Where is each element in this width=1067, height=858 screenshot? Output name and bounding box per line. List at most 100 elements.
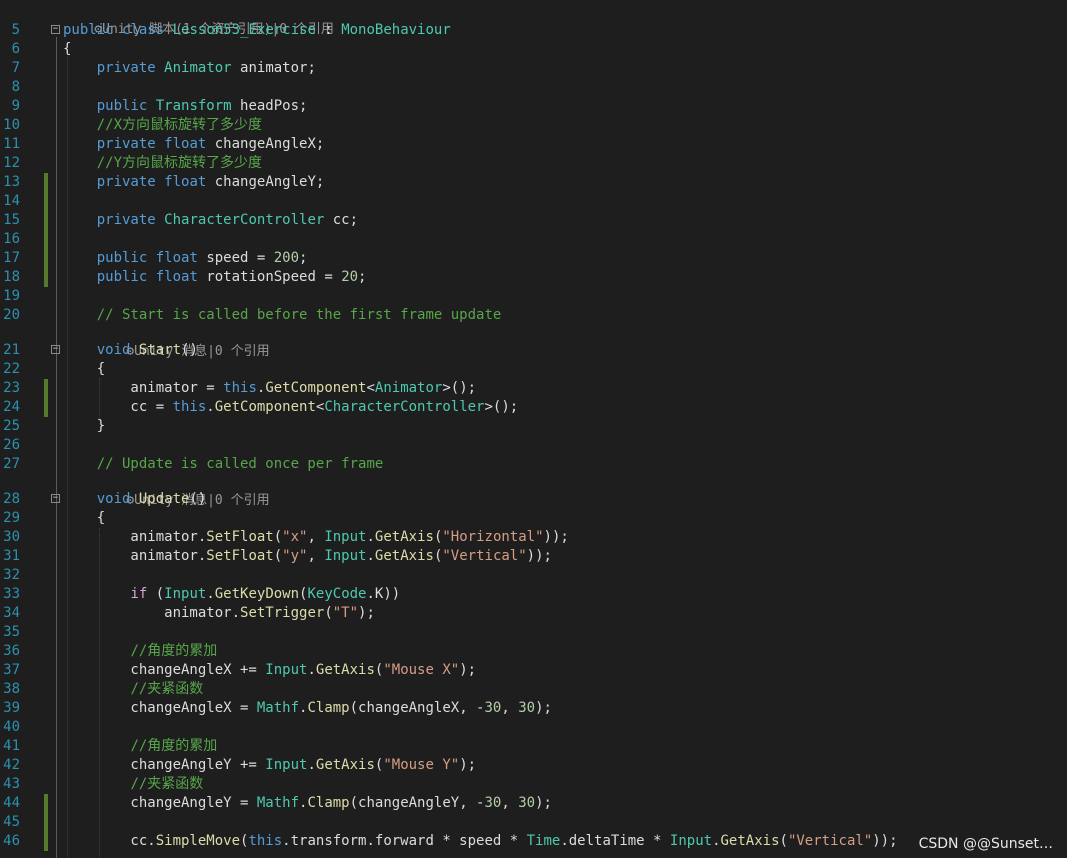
line-number: 20 <box>3 307 20 323</box>
code-token: Input <box>265 757 308 773</box>
code-line[interactable]: 6{ <box>0 40 1067 59</box>
line-number: 36 <box>3 643 20 659</box>
code-line[interactable]: 14 <box>0 192 1067 211</box>
code-token: , <box>501 795 519 811</box>
code-token: ); <box>459 662 477 678</box>
code-line[interactable]: 17 public float speed = 200; <box>0 249 1067 268</box>
code-token: float <box>155 250 198 266</box>
code-line[interactable]: 25 } <box>0 417 1067 436</box>
code-line[interactable]: 18 public float rotationSpeed = 20; <box>0 268 1067 287</box>
code-line[interactable]: 33 if (Input.GetKeyDown(KeyCode.K)) <box>0 585 1067 604</box>
code-text[interactable]: } <box>63 417 105 436</box>
code-line[interactable]: 46 cc.SimpleMove (this.transform.forward … <box>0 832 1067 851</box>
code-text[interactable]: private Animator animator; <box>63 59 316 78</box>
line-number: 35 <box>3 624 20 640</box>
code-line[interactable]: 43 //夹紧函数 <box>0 775 1067 794</box>
collapse-icon[interactable]: − <box>51 25 60 34</box>
code-line[interactable]: 24 cc = this.GetComponent<CharacterContr… <box>0 398 1067 417</box>
code-line[interactable]: 39 changeAngleX = Mathf.Clamp(changeAngl… <box>0 699 1067 718</box>
code-text[interactable]: void Update() <box>63 490 207 509</box>
code-line[interactable]: 21 − void Start() <box>0 341 1067 360</box>
code-line[interactable]: 40 <box>0 718 1067 737</box>
code-line[interactable]: 44 changeAngleY = Mathf.Clamp(changeAngl… <box>0 794 1067 813</box>
code-text[interactable]: { <box>63 509 105 528</box>
code-token: class <box>122 22 165 38</box>
code-text[interactable]: void Start() <box>63 341 198 360</box>
code-line[interactable]: 37 changeAngleX += Input.GetAxis("Mouse … <box>0 661 1067 680</box>
code-line[interactable]: 10 //X方向鼠标旋转了多少度 <box>0 116 1067 135</box>
code-editor[interactable]: ⚙Unity 脚本(1 个资产引用)|0 个引用 ⚙Unity 消息|0 个引用… <box>0 0 1067 858</box>
code-line[interactable]: 20 // Start is called before the first f… <box>0 306 1067 325</box>
code-text[interactable]: { <box>63 360 105 379</box>
code-line[interactable]: 16 <box>0 230 1067 249</box>
code-line[interactable]: 8 <box>0 78 1067 97</box>
code-token: )); <box>872 833 898 849</box>
code-line[interactable]: 13 private float changeAngleY; <box>0 173 1067 192</box>
code-line[interactable]: 5 − public class Lesson53_Exercise : MonoB… <box>0 21 1067 40</box>
code-token: public <box>96 250 148 266</box>
code-token: Clamp <box>307 700 350 716</box>
code-text[interactable]: //Y方向鼠标旋转了多少度 <box>63 154 262 173</box>
code-token: , <box>307 529 325 545</box>
code-text[interactable]: animator.SetTrigger("T"); <box>63 604 375 623</box>
code-text[interactable]: // Start is called before the first fram… <box>63 306 502 325</box>
code-line[interactable]: 32 <box>0 566 1067 585</box>
code-text[interactable]: private float changeAngleY; <box>63 173 325 192</box>
code-line[interactable]: 36 //角度的累加 <box>0 642 1067 661</box>
codelens-class-references[interactable]: ⚙Unity 脚本(1 个资产引用)|0 个引用 <box>63 4 334 37</box>
code-text[interactable]: private float changeAngleX; <box>63 135 325 154</box>
code-line[interactable]: 45 <box>0 813 1067 832</box>
code-line[interactable]: 38 //夹紧函数 <box>0 680 1067 699</box>
code-text[interactable]: //X方向鼠标旋转了多少度 <box>63 116 262 135</box>
code-line[interactable]: 27 // Update is called once per frame <box>0 455 1067 474</box>
code-text[interactable]: changeAngleX += Input.GetAxis("Mouse X")… <box>63 661 476 680</box>
code-line[interactable]: 9 public Transform headPos; <box>0 97 1067 116</box>
code-line[interactable]: 34 animator.SetTrigger("T"); <box>0 604 1067 623</box>
line-number: 19 <box>3 288 20 304</box>
code-token: ( <box>779 833 788 849</box>
code-text[interactable]: animator.SetFloat("y", Input.GetAxis("Ve… <box>63 547 552 566</box>
code-line[interactable]: 35 <box>0 623 1067 642</box>
code-text[interactable]: changeAngleX = Mathf.Clamp(changeAngleX,… <box>63 699 552 718</box>
code-line[interactable]: 28 − void Update() <box>0 490 1067 509</box>
code-line[interactable]: 31 animator.SetFloat("y", Input.GetAxis(… <box>0 547 1067 566</box>
code-line[interactable]: 11 private float changeAngleX; <box>0 135 1067 154</box>
code-line[interactable]: 41 //角度的累加 <box>0 737 1067 756</box>
code-text[interactable]: public class Lesson53_Exercise : MonoBeh… <box>63 21 451 40</box>
code-text[interactable]: animator = this.GetComponent<Animator>()… <box>63 379 476 398</box>
code-line[interactable]: 12 //Y方向鼠标旋转了多少度 <box>0 154 1067 173</box>
code-text[interactable]: //角度的累加 <box>63 642 217 661</box>
code-text[interactable]: public float rotationSpeed = 20; <box>63 268 367 287</box>
code-line[interactable]: 23 animator = this.GetComponent<Animator… <box>0 379 1067 398</box>
code-line[interactable]: 15 private CharacterController cc; <box>0 211 1067 230</box>
code-line[interactable]: 42 changeAngleY += Input.GetAxis("Mouse … <box>0 756 1067 775</box>
code-text[interactable]: changeAngleY = Mathf.Clamp(changeAngleY,… <box>63 794 552 813</box>
code-text[interactable]: //夹紧函数 <box>63 680 203 699</box>
code-line[interactable]: 26 <box>0 436 1067 455</box>
code-line[interactable]: 29 { <box>0 509 1067 528</box>
code-text[interactable]: //角度的累加 <box>63 737 217 756</box>
code-text[interactable]: public float speed = 200; <box>63 249 308 268</box>
code-line[interactable]: 30 animator.SetFloat("x", Input.GetAxis(… <box>0 528 1067 547</box>
code-text[interactable]: if (Input.GetKeyDown(KeyCode.K)) <box>63 585 400 604</box>
code-line[interactable]: 22 { <box>0 360 1067 379</box>
code-line[interactable]: 19 <box>0 287 1067 306</box>
code-text[interactable]: cc = this.GetComponent<CharacterControll… <box>63 398 518 417</box>
code-text[interactable]: //夹紧函数 <box>63 775 203 794</box>
code-text[interactable]: changeAngleY += Input.GetAxis("Mouse Y")… <box>63 756 476 775</box>
code-text[interactable]: animator.SetFloat("x", Input.GetAxis("Ho… <box>63 528 568 547</box>
collapse-icon[interactable]: − <box>51 345 60 354</box>
code-text[interactable]: public Transform headPos; <box>63 97 308 116</box>
code-line[interactable]: 7 private Animator animator; <box>0 59 1067 78</box>
code-text[interactable]: private CharacterController cc; <box>63 211 358 230</box>
code-token: (changeAngleY, - <box>349 795 485 811</box>
collapse-icon[interactable]: − <box>51 494 60 503</box>
code-text[interactable]: cc.SimpleMove (this.transform.forward * s… <box>63 832 898 851</box>
code-token: ; <box>299 250 308 266</box>
code-token: . <box>307 662 316 678</box>
code-text[interactable]: // Update is called once per frame <box>63 455 384 474</box>
code-text[interactable]: { <box>63 40 71 59</box>
